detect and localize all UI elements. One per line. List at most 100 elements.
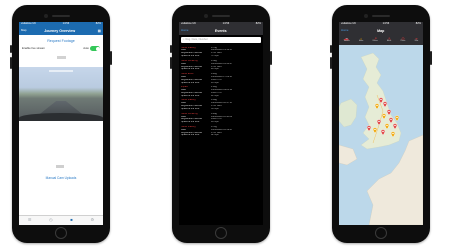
volume-button <box>170 57 172 69</box>
list-icon[interactable]: ☰ <box>28 218 32 223</box>
event-item[interactable]: Harsh braking 0.76g Date 16/06/2018 13:10:5… <box>179 46 263 59</box>
event-field-label: Speed at the time <box>181 94 200 97</box>
event-item[interactable]: Harsh accel. 0.41g Date 15/06/2018 17:22:39… <box>179 72 263 85</box>
map-tool-label: Filter <box>414 41 419 43</box>
video-timestamp-overlay <box>49 70 73 72</box>
event-field-label: Speed at the time <box>181 121 200 124</box>
calendar-icon[interactable]: ▦ <box>93 29 101 33</box>
screen: vodafone UK 14:56 82% Home Map 🚗 Vehicles… <box>339 22 423 225</box>
clock: 14:56 <box>62 22 70 26</box>
clock: 14:56 <box>382 22 390 26</box>
screen: vodafone UK 14:56 82% Home Events ⌕ Reg.… <box>179 22 263 225</box>
search-icon: ⌕ <box>183 37 185 41</box>
clock-icon[interactable]: ◷ <box>49 218 53 223</box>
auto-label: Auto <box>83 46 89 51</box>
screen: vodafone UK 14:56 82% Map Journey Overvi… <box>19 22 103 225</box>
map-tool-home[interactable]: ⌂ Home <box>359 37 363 43</box>
video-player[interactable] <box>19 67 103 121</box>
map-tool-label: Vehicles <box>343 41 350 43</box>
settings-icon[interactable]: ⚙ <box>91 218 95 223</box>
map-tool-route[interactable]: ↗ Routes <box>373 37 378 43</box>
front-camera <box>204 14 208 18</box>
map-tool-label: Alerts <box>387 41 392 43</box>
event-list: Harsh braking 0.76g Date 16/06/2018 13:10:5… <box>179 46 263 139</box>
map-tool-alert[interactable]: ⚠ Alerts <box>387 37 391 43</box>
event-field-label: Speed at the time <box>181 55 200 58</box>
volume-button <box>10 45 12 53</box>
front-camera <box>364 14 368 18</box>
live-stream-row: Enable live stream Auto <box>19 43 103 53</box>
page-title: Map <box>377 28 385 33</box>
power-button <box>270 51 272 65</box>
event-field-row: Speed at the time 33 mph <box>181 82 261 85</box>
map-view[interactable] <box>339 45 423 225</box>
event-field-row: Speed at the time 12 mph <box>181 95 261 98</box>
event-field-label: Speed at the time <box>181 134 200 137</box>
volume-button <box>170 45 172 53</box>
event-item[interactable]: Harsh cornering 0.49g Date 14/06/2018 11:16… <box>179 112 263 125</box>
auto-toggle[interactable] <box>90 46 100 52</box>
volume-button <box>330 57 332 69</box>
auto-group: Auto <box>83 46 100 52</box>
event-item[interactable]: Harsh braking 0.72g Date 13/06/2018 16:58:4… <box>179 125 263 138</box>
event-item[interactable]: Impact 1.12g Date 15/06/2018 09:05:12 Regist… <box>179 86 263 99</box>
front-camera <box>44 14 48 18</box>
event-field-row: Speed at the time 56 mph <box>181 108 261 111</box>
battery: 82% <box>95 22 101 26</box>
request-footage-link[interactable]: Request Footage <box>19 35 103 43</box>
phone-journey-overview: vodafone UK 14:56 82% Map Journey Overvi… <box>10 5 112 243</box>
volume-button <box>330 45 332 53</box>
event-field-row: Speed at the time 39 mph <box>181 121 261 124</box>
event-item[interactable]: Harsh cornering 0.52g Date 16/06/2018 12:41… <box>179 59 263 72</box>
battery: 82% <box>255 22 261 26</box>
event-field-value: 33 mph <box>211 81 219 84</box>
back-button[interactable]: Home <box>341 29 348 32</box>
map-tool-label: Places <box>400 41 406 43</box>
search-input[interactable]: ⌕ Reg. Date, Number <box>181 37 261 43</box>
nav-bar: Home Map <box>339 27 423 35</box>
map-tool-label: Routes <box>372 41 378 43</box>
speaker-grille <box>372 15 390 17</box>
event-item[interactable]: Harsh braking 0.68g Date 14/06/2018 18:47:3… <box>179 99 263 112</box>
event-field-row: Speed at the time 71 mph <box>181 55 261 58</box>
home-button[interactable] <box>55 227 67 239</box>
map-canvas <box>339 45 423 225</box>
phone-events: vodafone UK 14:56 82% Home Events ⌕ Reg.… <box>170 5 272 243</box>
event-field-value: 62 mph <box>211 134 219 137</box>
event-field-label: Speed at the time <box>181 81 200 84</box>
event-field-value: 12 mph <box>211 94 219 97</box>
page-title: Events <box>214 28 227 33</box>
event-field-value: 56 mph <box>211 108 219 111</box>
camera-icon[interactable]: ■ <box>70 218 72 223</box>
back-button[interactable]: Home <box>181 29 188 32</box>
camera-indicator <box>56 165 64 168</box>
event-field-label: Speed at the time <box>181 108 200 111</box>
page-title: Journey Overview <box>44 28 76 33</box>
event-field-value: 39 mph <box>211 121 219 124</box>
toggle-label: Enable live stream <box>22 46 46 51</box>
map-tool-filter[interactable]: ≡ Filter <box>415 37 419 43</box>
volume-button <box>10 57 12 69</box>
power-button <box>110 51 112 65</box>
event-field-row: Speed at the time 62 mph <box>181 134 261 137</box>
back-button[interactable]: Map <box>21 29 26 32</box>
event-field-value: 48 mph <box>211 68 219 71</box>
home-button[interactable] <box>215 227 227 239</box>
event-field-value: 71 mph <box>211 55 219 58</box>
carrier: vodafone UK <box>341 22 356 26</box>
battery: 82% <box>415 22 421 26</box>
phone-map: vodafone UK 14:56 82% Home Map 🚗 Vehicles… <box>330 5 432 243</box>
clock: 14:56 <box>222 22 230 26</box>
manual-upload-link[interactable]: Manual Cam Uploads <box>19 176 103 181</box>
carrier: vodafone UK <box>181 22 196 26</box>
map-tool-car[interactable]: 🚗 Vehicles <box>344 37 350 43</box>
camera-indicator <box>56 56 66 60</box>
event-field-label: Speed at the time <box>181 68 200 71</box>
map-tool-pin[interactable]: ⊙ Places <box>401 37 406 43</box>
carrier: vodafone UK <box>21 22 36 26</box>
search-placeholder: Reg. Date, Number <box>185 37 208 41</box>
event-field-row: Speed at the time 48 mph <box>181 68 261 71</box>
tab-bar: ☰ ◷ ■ ⚙ <box>19 215 103 225</box>
home-button[interactable] <box>375 227 387 239</box>
video-dashboard <box>19 113 103 121</box>
